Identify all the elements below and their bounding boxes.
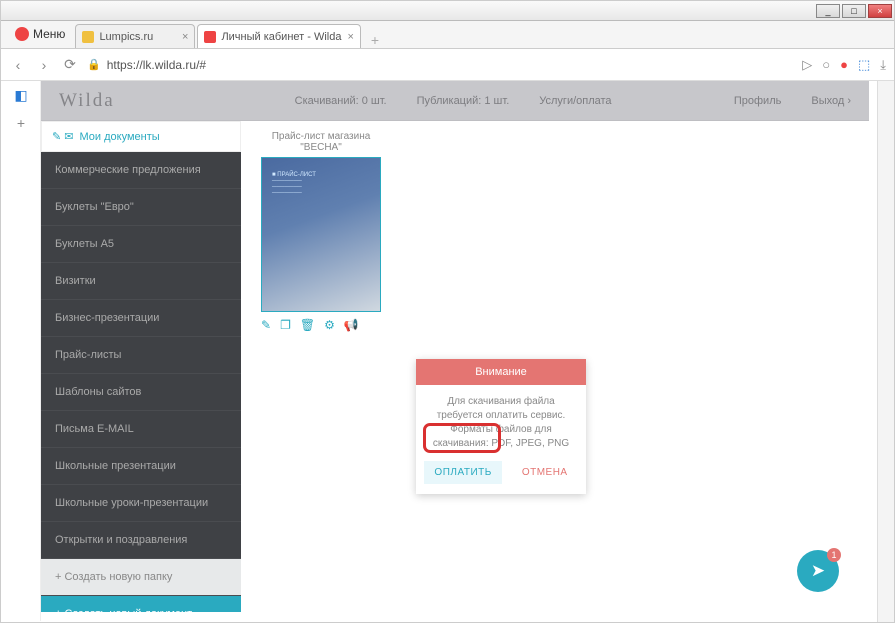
- tab-close-icon[interactable]: ×: [176, 31, 188, 43]
- modal-body: Для скачивания файла требуется оплатить …: [416, 385, 586, 451]
- url-text: https://lk.wilda.ru/#: [107, 58, 206, 72]
- modal-footer: ОПЛАТИТЬ ОТМЕНА: [416, 451, 586, 494]
- opera-menu-button[interactable]: Меню: [5, 20, 75, 48]
- new-tab-button[interactable]: +: [363, 32, 387, 48]
- send-icon: ➤: [811, 561, 825, 581]
- tab-wilda[interactable]: Личный кабинет - Wilda ×: [197, 24, 360, 48]
- document-thumbnail[interactable]: ■ ПРАЙС-ЛИСТ─────────────────────: [261, 157, 381, 312]
- pay-button[interactable]: ОПЛАТИТЬ: [424, 461, 501, 484]
- share-icon[interactable]: 📢: [344, 318, 359, 332]
- side-rail-add-button[interactable]: +: [1, 109, 41, 137]
- sidebar-item[interactable]: Буклеты А5: [41, 226, 241, 263]
- tab-close-icon[interactable]: ×: [341, 31, 353, 43]
- sidebar-item[interactable]: Прайс-листы: [41, 337, 241, 374]
- document-title: Прайс-лист магазина "ВЕСНА": [261, 131, 381, 153]
- nav-reload-button[interactable]: ⟳: [61, 56, 79, 73]
- vpn-icon[interactable]: ○: [822, 57, 830, 72]
- pocket-icon[interactable]: ◧: [1, 81, 41, 109]
- opera-menu-label: Меню: [33, 27, 65, 41]
- address-bar: ‹ › ⟳ 🔒 https://lk.wilda.ru/# ▷ ○ ● ⬚ ⤓: [1, 49, 894, 81]
- tab-strip: Меню Lumpics.ru × Личный кабинет - Wilda…: [1, 21, 894, 49]
- window-maximize-button[interactable]: □: [842, 4, 866, 18]
- tab-title: Личный кабинет - Wilda: [221, 31, 341, 43]
- opera-icon: [15, 27, 29, 41]
- url-input[interactable]: 🔒 https://lk.wilda.ru/#: [87, 58, 794, 72]
- thumb-preview: ■ ПРАЙС-ЛИСТ─────────────────────: [272, 172, 370, 196]
- sidebar-item[interactable]: Визитки: [41, 263, 241, 300]
- edit-icon: ✎ ✉: [52, 130, 74, 143]
- favicon-icon: [82, 31, 94, 43]
- lock-icon: 🔒: [87, 58, 101, 71]
- sidebar-my-documents[interactable]: ✎ ✉ Мои документы: [41, 121, 241, 152]
- wilda-sidebar: ✎ ✉ Мои документы Коммерческие предложен…: [41, 121, 241, 612]
- downloads-icon[interactable]: ⤓: [880, 57, 886, 73]
- sidebar-item[interactable]: Письма E-MAIL: [41, 411, 241, 448]
- delete-icon[interactable]: 🗑: [300, 318, 315, 332]
- window-close-button[interactable]: ×: [868, 4, 892, 18]
- bookmark-icon[interactable]: ▷: [802, 57, 812, 73]
- sidebar-new-document[interactable]: + Создать новый документ: [41, 596, 241, 612]
- favicon-icon: [204, 31, 216, 43]
- sidebar-item[interactable]: Шаблоны сайтов: [41, 374, 241, 411]
- sidebar-item[interactable]: Бизнес-презентации: [41, 300, 241, 337]
- modal-title: Внимание: [416, 359, 586, 385]
- sidebar-item[interactable]: Школьные презентации: [41, 448, 241, 485]
- nav-back-button[interactable]: ‹: [9, 57, 27, 73]
- attention-modal: Внимание Для скачивания файла требуется …: [416, 359, 586, 494]
- tab-title: Lumpics.ru: [99, 31, 153, 43]
- sidebar-item[interactable]: Открытки и поздравления: [41, 522, 241, 559]
- extension-icon[interactable]: ⬚: [858, 57, 870, 73]
- settings-icon[interactable]: ⚙: [324, 318, 335, 332]
- sidebar-item[interactable]: Коммерческие предложения: [41, 152, 241, 189]
- sidebar-mydocs-label: Мои документы: [80, 131, 160, 143]
- document-toolbar: ✎ ❐ 🗑 ⚙ 📢: [261, 318, 849, 332]
- browser-side-rail: ◧ +: [1, 81, 41, 621]
- chat-button[interactable]: ➤ 1: [797, 550, 839, 592]
- edit-icon[interactable]: ✎: [261, 318, 271, 332]
- sidebar-item[interactable]: Буклеты "Евро": [41, 189, 241, 226]
- tab-lumpics[interactable]: Lumpics.ru ×: [75, 24, 195, 48]
- sidebar-new-folder[interactable]: + Создать новую папку: [41, 559, 241, 596]
- opera-badge-icon[interactable]: ●: [840, 57, 848, 72]
- page-content: Wilda Скачиваний: 0 шт. Публикаций: 1 шт…: [41, 81, 869, 612]
- window-minimize-button[interactable]: _: [816, 4, 840, 18]
- vertical-scrollbar[interactable]: [877, 81, 894, 622]
- cancel-button[interactable]: ОТМЕНА: [512, 461, 578, 484]
- copy-icon[interactable]: ❐: [280, 318, 291, 332]
- chat-badge: 1: [827, 548, 841, 562]
- window-title-bar: _ □ ×: [1, 1, 894, 21]
- sidebar-item[interactable]: Школьные уроки-презентации: [41, 485, 241, 522]
- nav-forward-button[interactable]: ›: [35, 57, 53, 73]
